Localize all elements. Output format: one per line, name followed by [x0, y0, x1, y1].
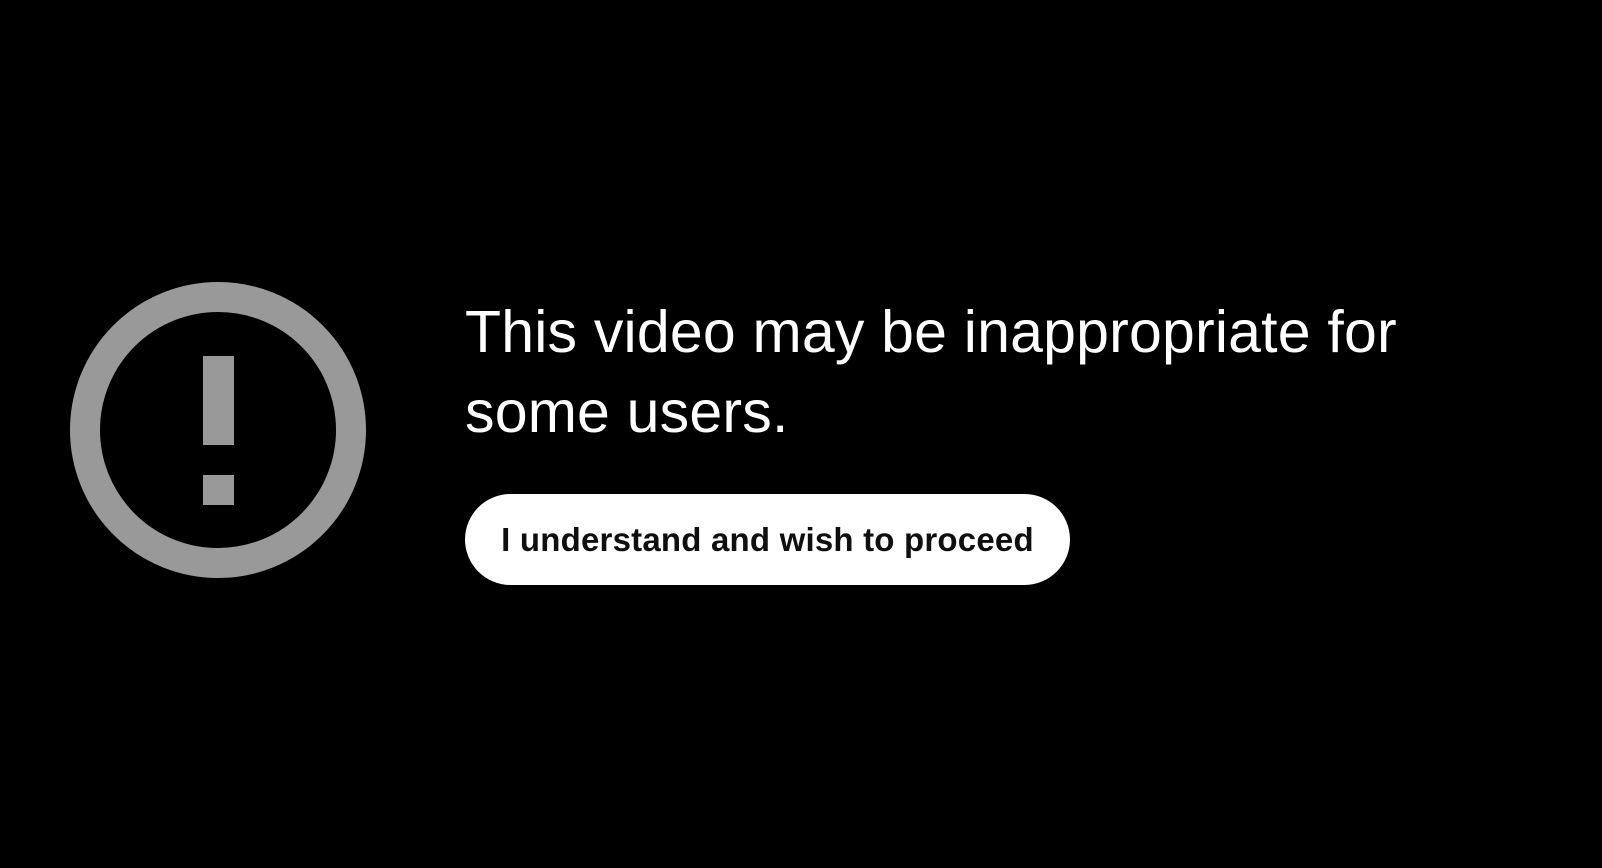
warning-message: This video may be inappropriate for some…: [465, 299, 1397, 445]
proceed-button[interactable]: I understand and wish to proceed: [465, 494, 1070, 585]
content-warning-screen: This video may be inappropriate for some…: [0, 0, 1602, 868]
exclamation-circle-icon: [70, 282, 366, 578]
